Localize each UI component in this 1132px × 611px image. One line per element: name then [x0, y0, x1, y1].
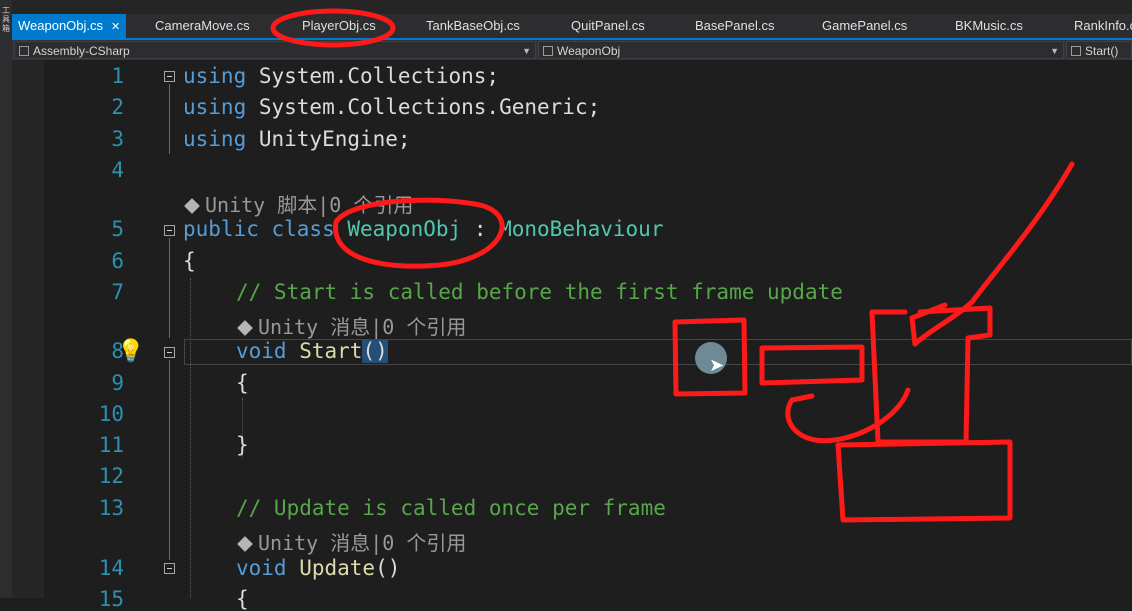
- ink-box-cursor: [672, 317, 748, 397]
- annotation-ink: [270, 8, 1075, 523]
- ink-circle-playerobj-tab: [270, 8, 396, 48]
- ink-circle-weaponobj: [333, 197, 505, 269]
- ink-box-bar: [759, 344, 865, 386]
- ink-rotation-arrow: [785, 387, 911, 444]
- ink-turret-body: [869, 305, 993, 445]
- ink-tank-base: [835, 439, 1013, 523]
